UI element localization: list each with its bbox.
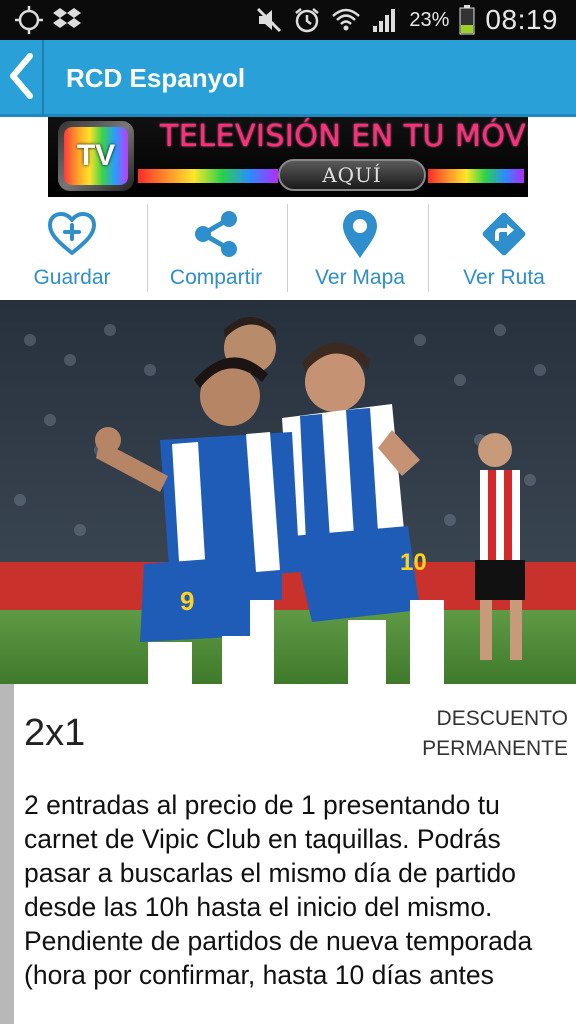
- chevron-left-icon: [8, 53, 34, 104]
- offer-detail: 2x1 DESCUENTO PERMANENTE 2 entradas al p…: [0, 684, 576, 1024]
- signal-icon: [371, 6, 399, 34]
- offer-title: 2x1: [24, 712, 86, 754]
- svg-text:10: 10: [400, 549, 427, 576]
- team-photo: 9 10: [0, 300, 576, 684]
- view-route-label: Ver Ruta: [463, 266, 545, 289]
- offer-type-line1: DESCUENTO: [436, 707, 568, 730]
- action-divider: [287, 204, 288, 292]
- dropbox-icon: [52, 6, 82, 34]
- save-button[interactable]: Guardar: [0, 200, 144, 300]
- action-divider: [147, 204, 148, 292]
- action-divider: [428, 204, 429, 292]
- status-bar: 23% 08:19: [0, 0, 576, 40]
- offer-description: 2 entradas al precio de 1 presentando tu…: [24, 790, 533, 990]
- back-button[interactable]: [0, 40, 44, 117]
- share-icon: [191, 208, 241, 260]
- rainbow-stripe-left: [138, 169, 278, 183]
- banner-here-button[interactable]: AQUÍ: [278, 159, 426, 191]
- ad-banner[interactable]: TV TELEVISIÓN EN TU MÓVIL AQUÍ: [48, 117, 528, 197]
- tv-logo-text: TV: [76, 139, 116, 172]
- clock: 08:19: [485, 4, 558, 35]
- offer-type-line2: PERMANENTE: [422, 737, 568, 760]
- share-button[interactable]: Compartir: [144, 200, 288, 300]
- action-bar: Guardar Compartir Ver Mapa Ver Ruta: [0, 200, 576, 300]
- heart-plus-icon: [47, 208, 97, 260]
- share-label: Compartir: [169, 266, 263, 289]
- view-map-label: Ver Mapa: [315, 266, 405, 289]
- view-route-button[interactable]: Ver Ruta: [432, 200, 576, 300]
- mute-icon: [255, 6, 283, 34]
- view-map-button[interactable]: Ver Mapa: [288, 200, 432, 300]
- tv-logo: TV: [58, 121, 134, 191]
- directions-icon: [479, 208, 529, 260]
- side-accent-bar: [0, 684, 14, 1024]
- gps-icon: [14, 5, 44, 35]
- save-label: Guardar: [33, 266, 111, 289]
- wifi-icon: [331, 6, 361, 34]
- offer-type: DESCUENTO PERMANENTE: [368, 704, 568, 764]
- rainbow-stripe-right: [428, 169, 524, 183]
- page-title: RCD Espanyol: [66, 63, 246, 93]
- banner-here-label: AQUÍ: [322, 163, 382, 187]
- battery-icon: [459, 5, 475, 35]
- map-pin-icon: [340, 208, 380, 260]
- alarm-icon: [293, 6, 321, 34]
- app-bar: RCD Espanyol: [0, 40, 576, 117]
- battery-percent: 23%: [409, 8, 450, 31]
- svg-text:9: 9: [180, 586, 194, 616]
- banner-headline: TELEVISIÓN EN TU MÓVIL: [160, 119, 528, 154]
